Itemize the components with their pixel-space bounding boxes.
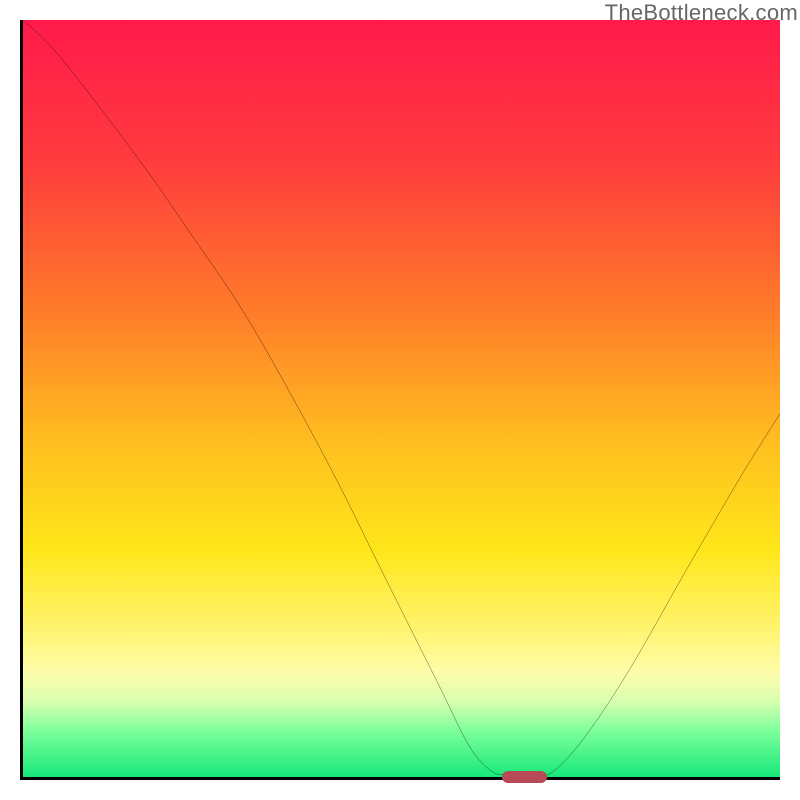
bottleneck-curve	[23, 20, 780, 775]
plot-area	[20, 20, 780, 780]
curve-layer	[23, 20, 780, 777]
optimal-range-marker	[502, 771, 548, 783]
chart-wrapper: TheBottleneck.com	[0, 0, 800, 800]
